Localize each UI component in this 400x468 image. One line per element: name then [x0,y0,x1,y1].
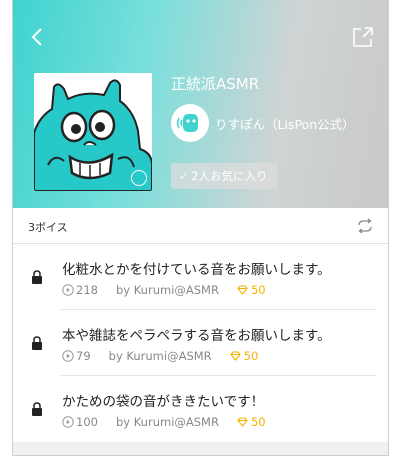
like-count: 50 [229,349,259,363]
gem-icon [237,285,248,295]
thumbnail-badge-icon [131,170,147,186]
channel-thumbnail[interactable] [34,73,152,191]
like-count-value: 50 [250,283,266,297]
voice-list: 化粧水とかを付けている音をお願いします。 218 by Kurumi@ASMR … [13,244,388,442]
loop-icon[interactable] [356,217,374,235]
voice-item[interactable]: 本や雑誌をペラペラする音をお願いします。 79 by Kurumi@ASMR 5… [13,310,388,376]
voice-meta: 79 by Kurumi@ASMR 50 [62,349,258,363]
channel-logo-icon [174,107,206,139]
channel-header: 正統派ASMR りすぽん（LisPon公式） ✓ 2人お気に入り [13,0,388,208]
playlist-title: 正統派ASMR [171,75,260,93]
voice-count-label: 3ボイス [28,221,68,234]
play-count: 79 [76,349,91,363]
gem-icon [229,351,241,361]
play-count: 218 [76,283,98,297]
play-circle-icon [62,350,74,362]
play-count: 100 [76,415,98,429]
channel-name: りすぽん（LisPon公式） [215,116,355,132]
share-icon[interactable] [350,24,376,50]
voice-meta: 100 by Kurumi@ASMR 50 [62,415,266,429]
voice-meta: 218 by Kurumi@ASMR 50 [62,283,266,297]
channel-avatar [171,104,209,142]
like-count-value: 50 [243,349,259,363]
favorite-button[interactable]: ✓ 2人お気に入り [171,163,278,189]
voice-title: 化粧水とかを付けている音をお願いします。 [62,262,331,278]
like-count-value: 50 [250,415,266,429]
footer-strip [13,442,388,455]
app-frame: 正統派ASMR りすぽん（LisPon公式） ✓ 2人お気に入り 3ボイス 化粧… [12,0,389,456]
lock-icon [32,270,42,284]
favorite-count-label: 2人お気に入り [191,169,268,183]
voice-item[interactable]: かための袋の音がききたいです！ 100 by Kurumi@ASMR 50 [13,376,388,442]
like-count: 50 [237,283,266,297]
voice-count-bar: 3ボイス [13,208,388,244]
voice-author: by Kurumi@ASMR [108,349,212,363]
voice-title: かための袋の音がききたいです！ [62,394,265,410]
check-icon: ✓ [179,169,189,183]
voice-item[interactable]: 化粧水とかを付けている音をお願いします。 218 by Kurumi@ASMR … [13,244,388,310]
voice-author: by Kurumi@ASMR [115,415,219,429]
voice-title: 本や雑誌をペラペラする音をお願いします。 [62,328,331,344]
play-circle-icon [62,284,74,296]
like-count: 50 [237,415,266,429]
play-circle-icon [62,416,74,428]
lock-icon [32,402,42,416]
gem-icon [237,417,248,427]
channel-link[interactable]: りすぽん（LisPon公式） [171,104,355,142]
back-icon[interactable] [25,24,51,50]
voice-author: by Kurumi@ASMR [115,283,219,297]
lock-icon [32,336,42,350]
